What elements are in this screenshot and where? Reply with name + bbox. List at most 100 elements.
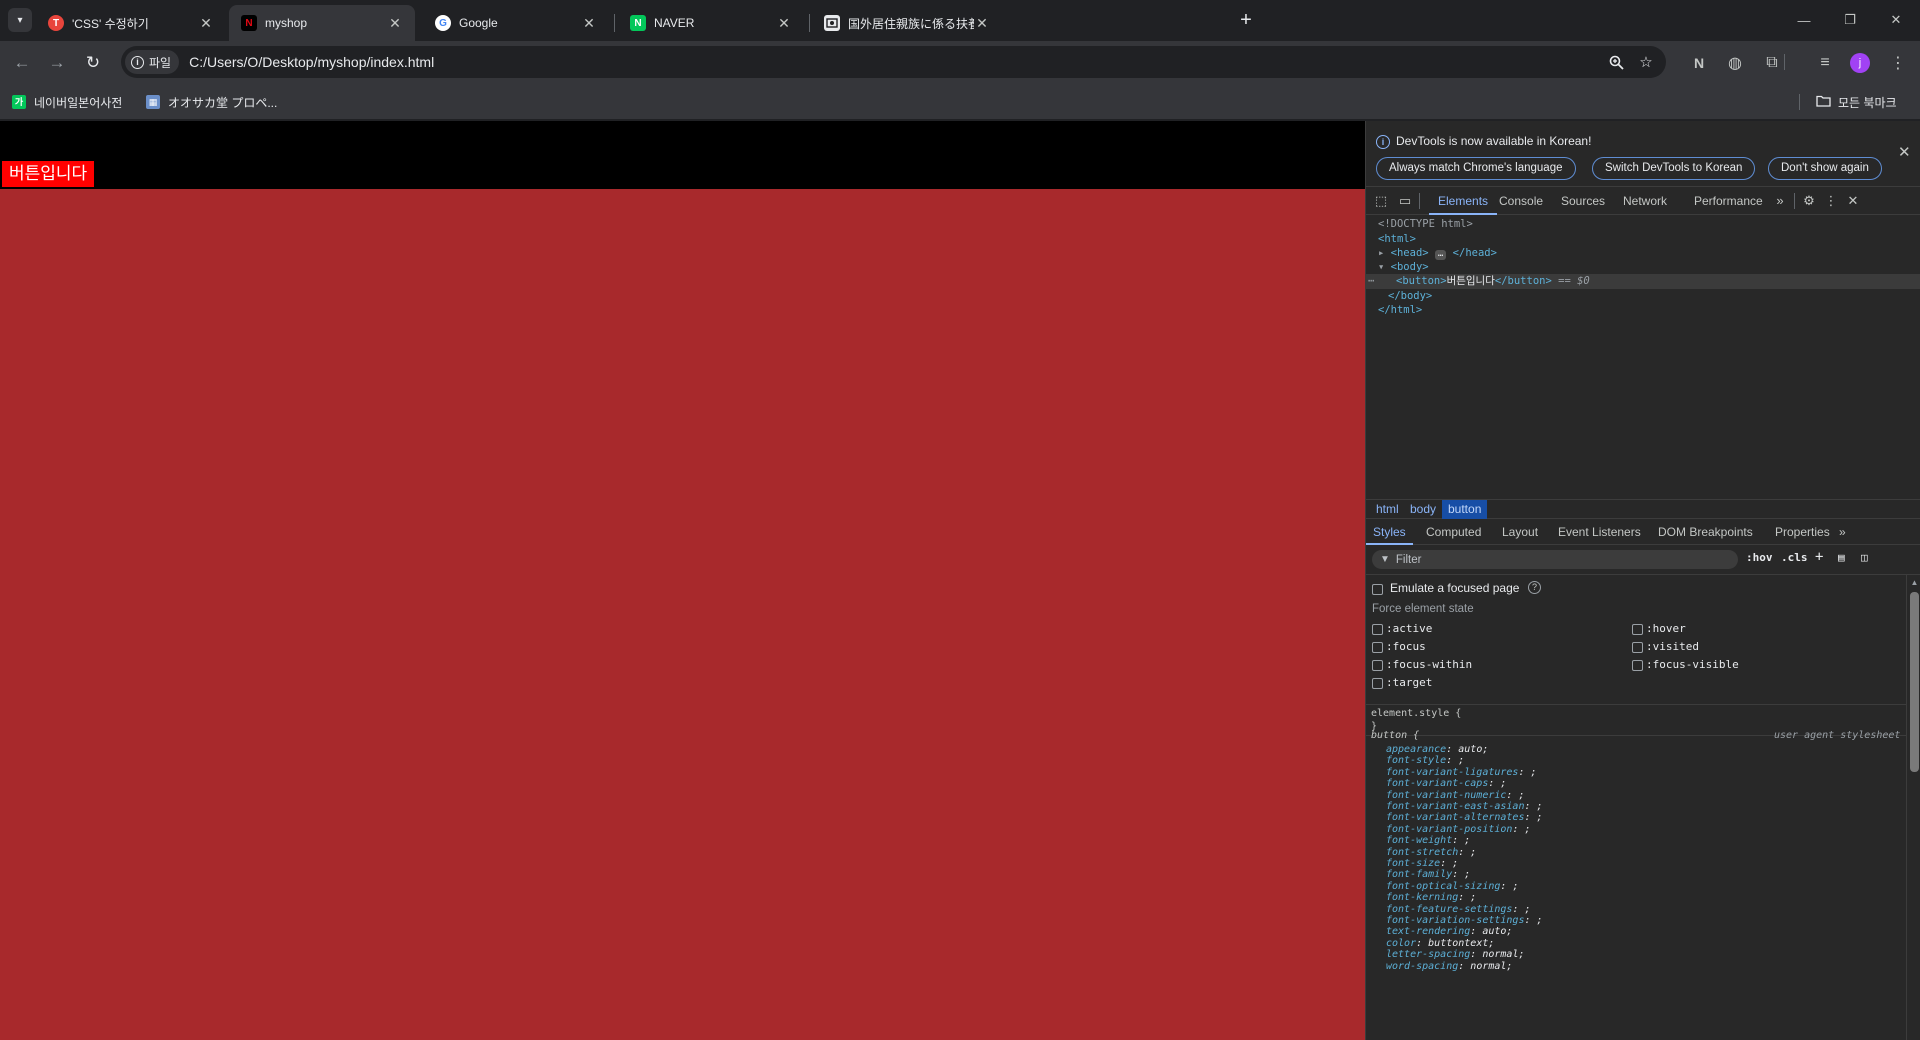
reload-button[interactable]: ↻ — [79, 49, 107, 77]
close-icon[interactable]: ✕ — [776, 15, 792, 31]
menu-kebab-icon[interactable]: ⋮ — [1887, 52, 1909, 74]
profile-avatar[interactable]: j — [1850, 53, 1870, 73]
scroll-up-icon[interactable]: ▲ — [1910, 578, 1919, 587]
css-property-line[interactable]: font-variant-alternates: ; — [1386, 812, 1543, 824]
extensions-puzzle-icon[interactable]: ⧉ — [1761, 52, 1783, 74]
css-property-line[interactable]: appearance: auto; — [1386, 744, 1488, 756]
new-tab-button[interactable]: + — [1233, 8, 1259, 34]
css-property-line[interactable]: font-variant-east-asian: ; — [1386, 801, 1543, 813]
tab-naver[interactable]: N NAVER ✕ — [618, 5, 804, 41]
dom-html-open[interactable]: <html> — [1378, 232, 1416, 247]
forward-button[interactable]: → — [43, 49, 71, 77]
extension-n-icon[interactable]: N — [1688, 52, 1710, 74]
hov-toggle[interactable]: :hov — [1746, 551, 1773, 564]
css-property-line[interactable]: font-style: ; — [1386, 755, 1464, 767]
dom-body-close[interactable]: </body> — [1388, 289, 1432, 304]
state-hover-checkbox[interactable] — [1632, 624, 1643, 635]
bookmark-naver-dictionary[interactable]: 가 네이버일본어사전 — [12, 91, 122, 113]
back-button[interactable]: ← — [8, 49, 36, 77]
tab-console[interactable]: Console — [1499, 187, 1543, 215]
tab-myshop[interactable]: N myshop ✕ — [229, 5, 415, 41]
node-menu-icon[interactable]: ⋯ — [1368, 274, 1374, 289]
css-property-line[interactable]: word-spacing: normal; — [1386, 961, 1512, 973]
minimize-button[interactable]: — — [1781, 0, 1827, 40]
globe-icon[interactable]: ◍ — [1724, 52, 1746, 74]
bookmark-osakado[interactable]: ▦ オオサカ堂 プロペ... — [146, 91, 277, 113]
paint-brush-icon[interactable]: ▤ — [1838, 551, 1845, 564]
close-icon[interactable]: ✕ — [387, 15, 403, 31]
dom-html-close[interactable]: </html> — [1378, 303, 1422, 318]
css-property-line[interactable]: letter-spacing: normal; — [1386, 949, 1525, 961]
emulate-focus-checkbox[interactable] — [1372, 584, 1383, 595]
subtab-computed[interactable]: Computed — [1426, 519, 1481, 545]
tab-css-edit[interactable]: T 'CSS' 수정하기 ✕ — [36, 5, 226, 41]
tab-search-button[interactable]: ▾ — [8, 8, 32, 32]
more-subtabs-icon[interactable]: » — [1839, 519, 1846, 545]
css-property-line[interactable]: font-variation-settings: ; — [1386, 915, 1543, 927]
css-property-line[interactable]: color: buttontext; — [1386, 938, 1494, 950]
state-focus-visible-checkbox[interactable] — [1632, 660, 1643, 671]
state-target-checkbox[interactable] — [1372, 678, 1383, 689]
styles-scrollbar[interactable]: ▲ — [1906, 575, 1920, 1040]
close-icon[interactable]: ✕ — [1844, 192, 1862, 210]
toggle-sidebar-icon[interactable]: ◫ — [1861, 551, 1868, 564]
dom-head[interactable]: ▸ <head> … </head> — [1378, 246, 1497, 261]
css-property-line[interactable]: font-feature-settings: ; — [1386, 904, 1531, 916]
tab-performance[interactable]: Performance — [1694, 187, 1763, 215]
dom-doctype[interactable]: <!DOCTYPE html> — [1378, 217, 1473, 232]
breadcrumb-html[interactable]: html — [1370, 500, 1405, 519]
tab-google[interactable]: G Google ✕ — [423, 5, 609, 41]
state-visited-checkbox[interactable] — [1632, 642, 1643, 653]
device-toolbar-icon[interactable]: ▭ — [1396, 192, 1414, 210]
bookmark-star-icon[interactable]: ☆ — [1636, 52, 1656, 72]
styles-filter-input[interactable]: ▼ Filter — [1372, 550, 1738, 569]
css-property-line[interactable]: font-family: ; — [1386, 869, 1470, 881]
close-window-button[interactable]: ✕ — [1873, 0, 1919, 40]
css-property-line[interactable]: text-rendering: auto; — [1386, 926, 1512, 938]
css-property-line[interactable]: font-variant-ligatures: ; — [1386, 767, 1537, 779]
cls-toggle[interactable]: .cls — [1781, 551, 1808, 564]
zoom-icon[interactable] — [1606, 52, 1626, 72]
button-rule-selector[interactable]: button { — [1371, 730, 1419, 742]
subtab-layout[interactable]: Layout — [1502, 519, 1538, 545]
breadcrumb-button[interactable]: button — [1442, 500, 1488, 519]
close-icon[interactable]: ✕ — [198, 15, 214, 31]
match-language-button[interactable]: Always match Chrome's language — [1376, 157, 1576, 180]
expand-arrow-icon[interactable]: ▸ — [1378, 247, 1384, 259]
help-icon[interactable]: ? — [1528, 581, 1541, 594]
css-property-line[interactable]: font-variant-position: ; — [1386, 824, 1531, 836]
state-focus-within-checkbox[interactable] — [1372, 660, 1383, 671]
close-icon[interactable]: ✕ — [1898, 143, 1911, 161]
dont-show-again-button[interactable]: Don't show again — [1768, 157, 1882, 180]
collapse-arrow-icon[interactable]: ▾ — [1378, 261, 1384, 273]
site-info-chip[interactable]: i 파일 — [125, 50, 180, 74]
gear-icon[interactable]: ⚙ — [1800, 192, 1818, 210]
css-property-line[interactable]: font-variant-numeric: ; — [1386, 790, 1525, 802]
tab-network[interactable]: Network — [1623, 187, 1667, 215]
css-property-line[interactable]: font-weight: ; — [1386, 835, 1470, 847]
media-queue-icon[interactable]: ≡ — [1814, 52, 1836, 74]
subtab-dom-breakpoints[interactable]: DOM Breakpoints — [1658, 519, 1753, 545]
address-bar[interactable]: i 파일 C:/Users/O/Desktop/myshop/index.htm… — [121, 46, 1666, 78]
subtab-event-listeners[interactable]: Event Listeners — [1558, 519, 1641, 545]
css-property-line[interactable]: font-stretch: ; — [1386, 847, 1476, 859]
subtab-styles[interactable]: Styles — [1366, 519, 1413, 545]
css-property-line[interactable]: font-size: ; — [1386, 858, 1458, 870]
kebab-menu-icon[interactable]: ⋮ — [1822, 192, 1840, 210]
css-property-line[interactable]: font-variant-caps: ; — [1386, 778, 1506, 790]
new-style-rule-icon[interactable]: + — [1815, 549, 1823, 565]
restore-button[interactable]: ❐ — [1827, 0, 1873, 40]
tab-elements[interactable]: Elements — [1429, 187, 1498, 215]
state-focus-checkbox[interactable] — [1372, 642, 1383, 653]
close-icon[interactable]: ✕ — [974, 15, 990, 31]
ellipsis-icon[interactable]: … — [1434, 250, 1447, 260]
url-text[interactable]: C:/Users/O/Desktop/myshop/index.html — [189, 54, 434, 70]
breadcrumb-body[interactable]: body — [1404, 500, 1442, 519]
scroll-thumb[interactable] — [1910, 592, 1919, 772]
close-icon[interactable]: ✕ — [581, 15, 597, 31]
css-property-line[interactable]: font-kerning: ; — [1386, 892, 1476, 904]
tab-japanese-doc[interactable]: 国外居住親族に係る扶養控除等 ✕ — [812, 5, 1002, 41]
dom-button-selected[interactable]: ⋯ <button>버튼입니다</button> == $0 — [1366, 274, 1920, 289]
switch-to-korean-button[interactable]: Switch DevTools to Korean — [1592, 157, 1756, 180]
dom-body-open[interactable]: ▾ <body> — [1378, 260, 1429, 275]
